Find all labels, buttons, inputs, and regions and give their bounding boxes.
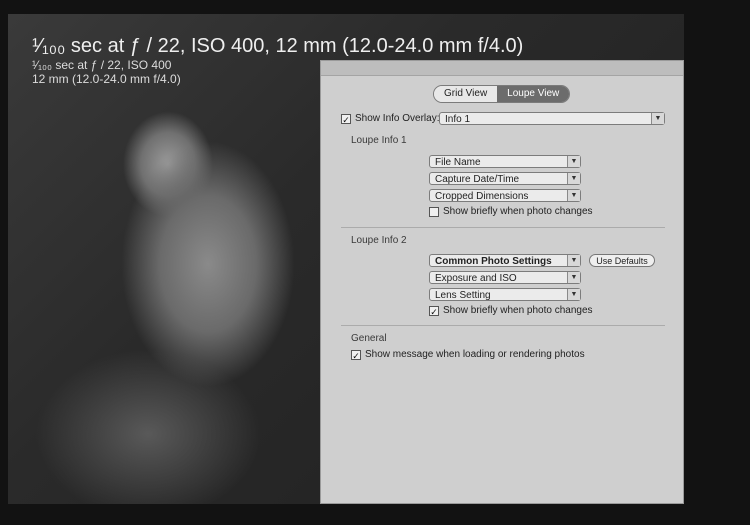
field-value: Common Photo Settings: [435, 256, 552, 267]
dialog-titlebar[interactable]: [321, 61, 683, 76]
loupe-info-1-show-briefly-row: Show briefly when photo changes: [429, 206, 593, 217]
loupe-info-2-field-1[interactable]: Common Photo Settings ▼: [429, 254, 581, 267]
loupe-info-1-label: Loupe Info 1: [351, 135, 407, 146]
show-info-overlay-label: Show Info Overlay:: [355, 113, 440, 124]
use-defaults-button[interactable]: Use Defaults: [589, 254, 655, 267]
show-info-overlay-checkbox[interactable]: ✓: [341, 113, 351, 125]
loupe-info-2-show-briefly-row: ✓ Show briefly when photo changes: [429, 305, 593, 317]
chevron-down-icon: ▼: [567, 190, 580, 201]
view-tab-group: Grid View Loupe View: [433, 85, 571, 103]
info-line-1: ¹⁄₁₀₀ sec at ƒ / 22, ISO 400, 12 mm (12.…: [32, 35, 524, 57]
show-briefly-label: Show briefly when photo changes: [443, 305, 593, 316]
divider: [341, 325, 665, 326]
loupe-info-1-show-briefly-checkbox[interactable]: [429, 206, 439, 217]
general-label: General: [351, 333, 387, 344]
loupe-info-1-field-2[interactable]: Capture Date/Time ▼: [429, 172, 581, 185]
show-message-row: ✓ Show message when loading or rendering…: [351, 349, 585, 361]
chevron-down-icon: ▼: [651, 113, 664, 124]
loupe-info-2-field-2[interactable]: Exposure and ISO ▼: [429, 271, 581, 284]
field-value: Exposure and ISO: [435, 273, 517, 284]
chevron-down-icon: ▼: [567, 272, 580, 283]
loupe-info-1-field-1[interactable]: File Name ▼: [429, 155, 581, 168]
divider: [341, 227, 665, 228]
field-value: Lens Setting: [435, 290, 491, 301]
field-value: Cropped Dimensions: [435, 191, 529, 202]
tab-loupe-view[interactable]: Loupe View: [497, 86, 570, 102]
info-overlay-value: Info 1: [445, 114, 471, 125]
loupe-info-2-field-3[interactable]: Lens Setting ▼: [429, 288, 581, 301]
loupe-info-2-show-briefly-checkbox[interactable]: ✓: [429, 305, 439, 317]
info-overlay-select[interactable]: Info 1 ▼: [439, 112, 665, 125]
app-background: ¹⁄₁₀₀ sec at ƒ / 22, ISO 400, 12 mm (12.…: [0, 0, 750, 525]
show-message-checkbox[interactable]: ✓: [351, 349, 361, 361]
show-briefly-label: Show briefly when photo changes: [443, 206, 593, 217]
show-info-overlay-row: ✓ Show Info Overlay:: [341, 113, 440, 125]
tab-grid-view[interactable]: Grid View: [434, 86, 498, 102]
loupe-info-1-field-3[interactable]: Cropped Dimensions ▼: [429, 189, 581, 202]
field-value: File Name: [435, 157, 481, 168]
show-message-label: Show message when loading or rendering p…: [365, 349, 585, 360]
view-options-dialog: Grid View Loupe View ✓ Show Info Overlay…: [320, 60, 684, 504]
chevron-down-icon: ▼: [567, 156, 580, 167]
chevron-down-icon: ▼: [567, 255, 580, 266]
chevron-down-icon: ▼: [567, 289, 580, 300]
loupe-info-2-label: Loupe Info 2: [351, 235, 407, 246]
field-value: Capture Date/Time: [435, 174, 520, 185]
chevron-down-icon: ▼: [567, 173, 580, 184]
